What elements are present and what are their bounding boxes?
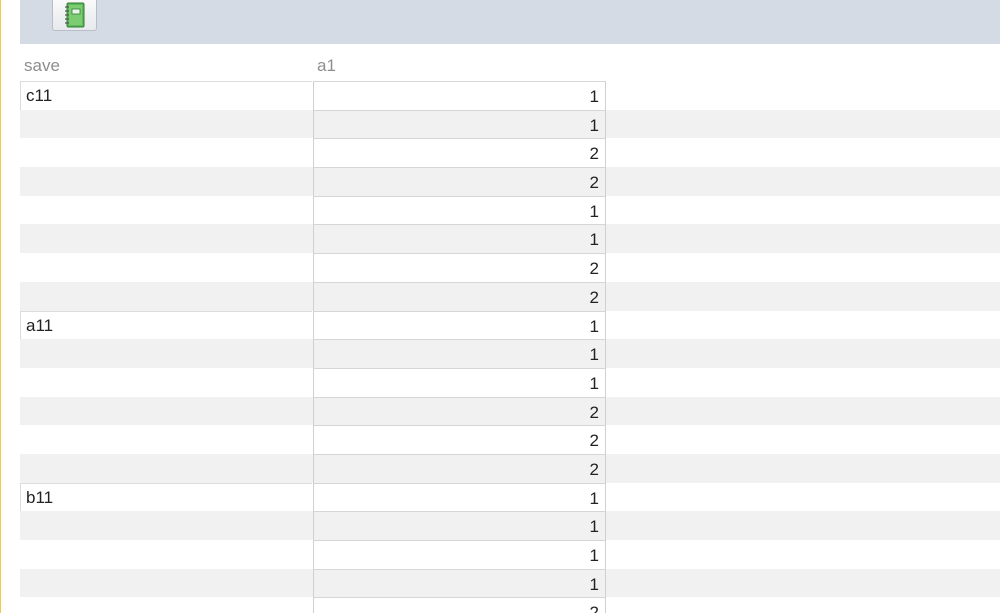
toolbar — [20, 0, 1000, 44]
table-row: 2 — [20, 281, 1000, 311]
notebook-icon — [65, 2, 85, 28]
value-cell[interactable]: 1 — [313, 367, 606, 397]
value-cell[interactable]: 2 — [313, 597, 606, 613]
value-cell[interactable]: 1 — [313, 511, 606, 540]
value-cell[interactable]: 1 — [313, 540, 606, 569]
table-row: 1 — [20, 339, 1000, 368]
window-edge — [0, 0, 1, 613]
value-cell[interactable]: 2 — [313, 281, 606, 311]
value-cell[interactable]: 1 — [313, 339, 606, 368]
value-cell[interactable]: 1 — [313, 81, 606, 110]
value-cell[interactable]: 1 — [313, 482, 606, 512]
table-row: 2 — [20, 167, 1000, 196]
column-header-save[interactable]: save — [24, 54, 60, 78]
table-row: 1 — [20, 367, 1000, 397]
table-row: 2 — [20, 253, 1000, 282]
table-row: 1 — [20, 109, 1000, 139]
table-row: 2 — [20, 425, 1000, 454]
value-cell[interactable]: 2 — [313, 253, 606, 282]
table-row: 1 — [20, 224, 1000, 254]
table-row: 1 — [20, 195, 1000, 225]
value-cell[interactable]: 2 — [313, 453, 606, 483]
value-cell[interactable]: 2 — [313, 138, 606, 168]
value-cell[interactable]: 1 — [313, 224, 606, 254]
table-row: 2 — [20, 138, 1000, 168]
value-cell[interactable]: 2 — [313, 167, 606, 196]
value-cell[interactable]: 2 — [313, 396, 606, 426]
table-row: 1 — [20, 511, 1000, 540]
group-cell[interactable]: a11 — [20, 310, 312, 340]
table-row: 2 — [20, 396, 1000, 426]
value-cell[interactable]: 1 — [313, 195, 606, 225]
table-row: 2 — [20, 597, 1000, 613]
group-cell[interactable]: b11 — [20, 482, 312, 512]
app-window: save a1 c11 1 1 2 2 1 1 2 2 a11 1 1 1 2 2 2 b11 1 1 1 1 2 — [0, 0, 1000, 613]
notebook-button[interactable] — [52, 0, 97, 31]
group-cell[interactable]: c11 — [20, 81, 312, 110]
table-row: a11 1 — [20, 310, 1000, 340]
table-row: 1 — [20, 540, 1000, 569]
table-row: 1 — [20, 568, 1000, 598]
value-cell[interactable]: 1 — [313, 109, 606, 139]
table-row: 2 — [20, 453, 1000, 483]
table-row: c11 1 — [20, 81, 1000, 110]
value-cell[interactable]: 1 — [313, 310, 606, 340]
value-cell[interactable]: 2 — [313, 425, 606, 454]
table-row: b11 1 — [20, 482, 1000, 512]
column-header-a1[interactable]: a1 — [317, 54, 336, 78]
value-cell[interactable]: 1 — [313, 568, 606, 598]
data-grid: c11 1 1 2 2 1 1 2 2 a11 1 1 1 2 2 2 b11 1 1 1 1 2 — [20, 81, 1000, 613]
